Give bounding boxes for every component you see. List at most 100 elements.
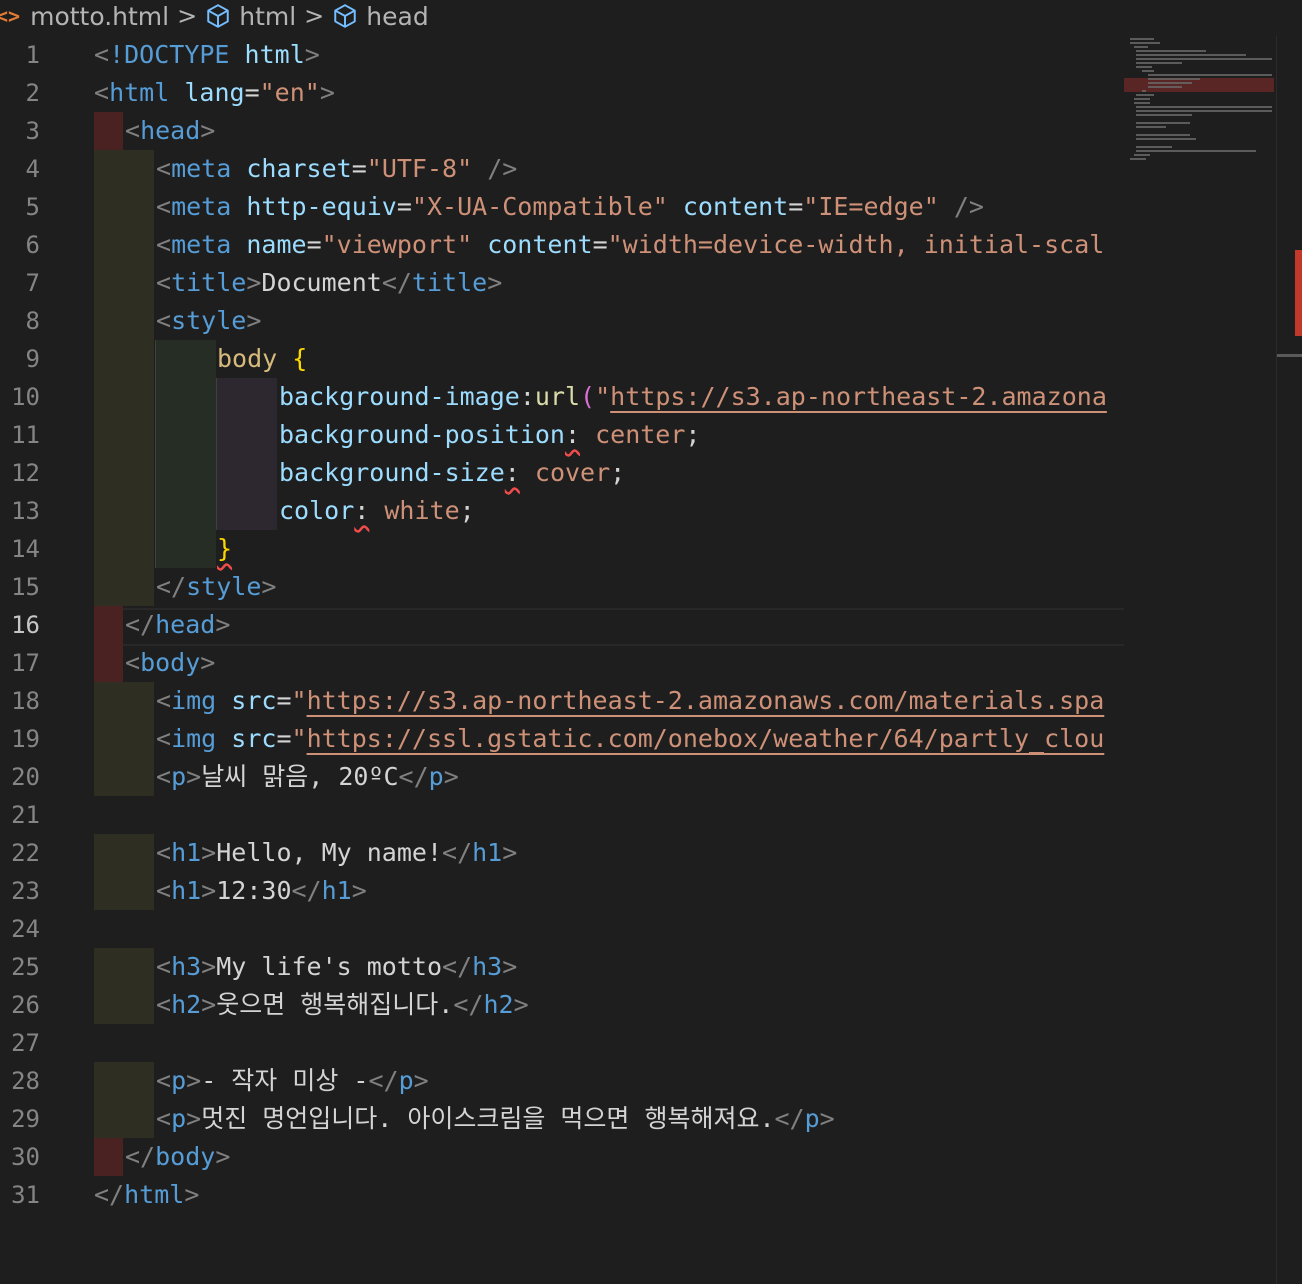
minimap-error-highlight xyxy=(1124,78,1274,92)
token: > xyxy=(215,1142,231,1171)
token: > xyxy=(261,572,277,601)
code-line[interactable]: 15 </style> xyxy=(0,568,1124,606)
code-line[interactable]: 28 <p>- 작자 미상 -</p> xyxy=(0,1062,1124,1100)
code-line[interactable]: 24 xyxy=(0,910,1124,948)
code-line[interactable]: 3 <head> xyxy=(0,112,1124,150)
token: body xyxy=(217,344,278,373)
code-line[interactable]: 19 <img src="https://ssl.gstatic.com/one… xyxy=(0,720,1124,758)
code-line-active[interactable]: 16 </head> xyxy=(0,606,1124,646)
token: > xyxy=(186,1066,202,1095)
scrollbar-thumb[interactable] xyxy=(1277,354,1302,357)
code-line[interactable]: 17 <body> xyxy=(0,644,1124,682)
code-line[interactable]: 23 <h1>12:30</h1> xyxy=(0,872,1124,910)
token: > xyxy=(487,268,503,297)
code-line[interactable]: 6 <meta name="viewport" content="width=d… xyxy=(0,226,1124,264)
line-number: 9 xyxy=(25,345,40,373)
minimap[interactable] xyxy=(1124,36,1276,1284)
token: p xyxy=(398,1066,414,1095)
token: !DOCTYPE xyxy=(109,40,230,69)
code-line[interactable]: 10 background-image:url("https://s3.ap-n… xyxy=(0,378,1124,416)
token: "en" xyxy=(259,78,320,107)
line-number: 25 xyxy=(11,953,40,981)
line-number: 28 xyxy=(11,1067,40,1095)
code-line[interactable]: 22 <h1>Hello, My name!</h1> xyxy=(0,834,1124,872)
code-line[interactable]: 5 <meta http-equiv="X-UA-Compatible" con… xyxy=(0,188,1124,226)
token: background-position xyxy=(279,420,565,449)
token: > xyxy=(201,838,217,867)
code-line[interactable]: 29 <p>멋진 명언입니다. 아이스크림을 먹으면 행복해져요.</p> xyxy=(0,1100,1124,1138)
token: meta xyxy=(171,154,232,183)
code-line[interactable]: 11 background-position: center; xyxy=(0,416,1124,454)
code-line[interactable]: 13 color: white; xyxy=(0,492,1124,530)
code-line[interactable]: 21 xyxy=(0,796,1124,834)
code-line[interactable]: 14 } xyxy=(0,530,1124,568)
token: = xyxy=(244,78,260,107)
token: My life's motto xyxy=(216,952,443,981)
code-line[interactable]: 7 <title>Document</title> xyxy=(0,264,1124,302)
code-line[interactable]: 9 body { xyxy=(0,340,1124,378)
code-line[interactable]: 27 xyxy=(0,1024,1124,1062)
line-number: 19 xyxy=(11,725,40,753)
token: = xyxy=(592,230,608,259)
line-number: 24 xyxy=(11,915,40,943)
token: html xyxy=(244,40,305,69)
token: /> xyxy=(953,192,984,221)
line-number: 31 xyxy=(11,1181,40,1209)
token: " xyxy=(291,724,307,753)
code-line[interactable]: 25 <h3>My life's motto</h3> xyxy=(0,948,1124,986)
token: img xyxy=(171,686,217,715)
code-line[interactable]: 26 <h2>웃으면 행복해집니다.</h2> xyxy=(0,986,1124,1024)
scrollbar-error-marker xyxy=(1295,250,1302,336)
line-number: 16 xyxy=(11,611,40,639)
token: > xyxy=(186,762,202,791)
token: title xyxy=(171,268,247,297)
breadcrumb-item-head[interactable]: head xyxy=(366,2,428,31)
token: html xyxy=(124,1180,185,1209)
token: < xyxy=(156,1104,172,1133)
chevron-right-icon: > xyxy=(304,2,325,30)
breadcrumb-item-html[interactable]: html xyxy=(239,2,296,31)
token: < xyxy=(156,762,172,791)
token: src xyxy=(231,686,277,715)
code-line[interactable]: 20 <p>날씨 맑음, 20ºC</p> xyxy=(0,758,1124,796)
code-line[interactable]: 1 <!DOCTYPE html> xyxy=(0,36,1124,74)
code-line[interactable]: 8 <style> xyxy=(0,302,1124,340)
token: p xyxy=(171,762,187,791)
code-line[interactable]: 12 background-size: cover; xyxy=(0,454,1124,492)
code-editor[interactable]: 1 <!DOCTYPE html> 2 <html lang="en"> 3 <… xyxy=(0,36,1124,1284)
token: = xyxy=(788,192,804,221)
token: Hello, My name! xyxy=(216,838,443,867)
token: "viewport" xyxy=(321,230,473,259)
code-line[interactable]: 4 <meta charset="UTF-8" /> xyxy=(0,150,1124,188)
token[interactable]: https://s3.ap-northeast-2.amazona xyxy=(610,382,1107,411)
token: </ xyxy=(291,876,322,905)
token: > xyxy=(304,40,320,69)
line-number: 7 xyxy=(25,269,40,297)
line-number: 20 xyxy=(11,763,40,791)
token: > xyxy=(246,268,262,297)
token: background-size xyxy=(279,458,505,487)
code-line[interactable]: 31 </html> xyxy=(0,1176,1124,1214)
token: < xyxy=(94,40,110,69)
token: " xyxy=(291,686,307,715)
token: > xyxy=(201,952,217,981)
token: head xyxy=(140,116,201,145)
line-number: 5 xyxy=(25,193,40,221)
line-number: 8 xyxy=(25,307,40,335)
breadcrumb: <> motto.html > html > head xyxy=(0,0,1124,32)
token: style xyxy=(171,306,247,335)
token: < xyxy=(156,268,172,297)
token: lang xyxy=(184,78,245,107)
vertical-scrollbar[interactable] xyxy=(1276,36,1302,1284)
breadcrumb-file[interactable]: motto.html xyxy=(30,2,169,31)
token[interactable]: https://ssl.gstatic.com/onebox/weather/6… xyxy=(307,724,1105,753)
token: > xyxy=(184,1180,200,1209)
code-line[interactable]: 18 <img src="https://s3.ap-northeast-2.a… xyxy=(0,682,1124,720)
token: </ xyxy=(381,268,412,297)
token[interactable]: https://s3.ap-northeast-2.amazonaws.com/… xyxy=(307,686,1105,715)
code-line[interactable]: 2 <html lang="en"> xyxy=(0,74,1124,112)
code-line[interactable]: 30 </body> xyxy=(0,1138,1124,1176)
